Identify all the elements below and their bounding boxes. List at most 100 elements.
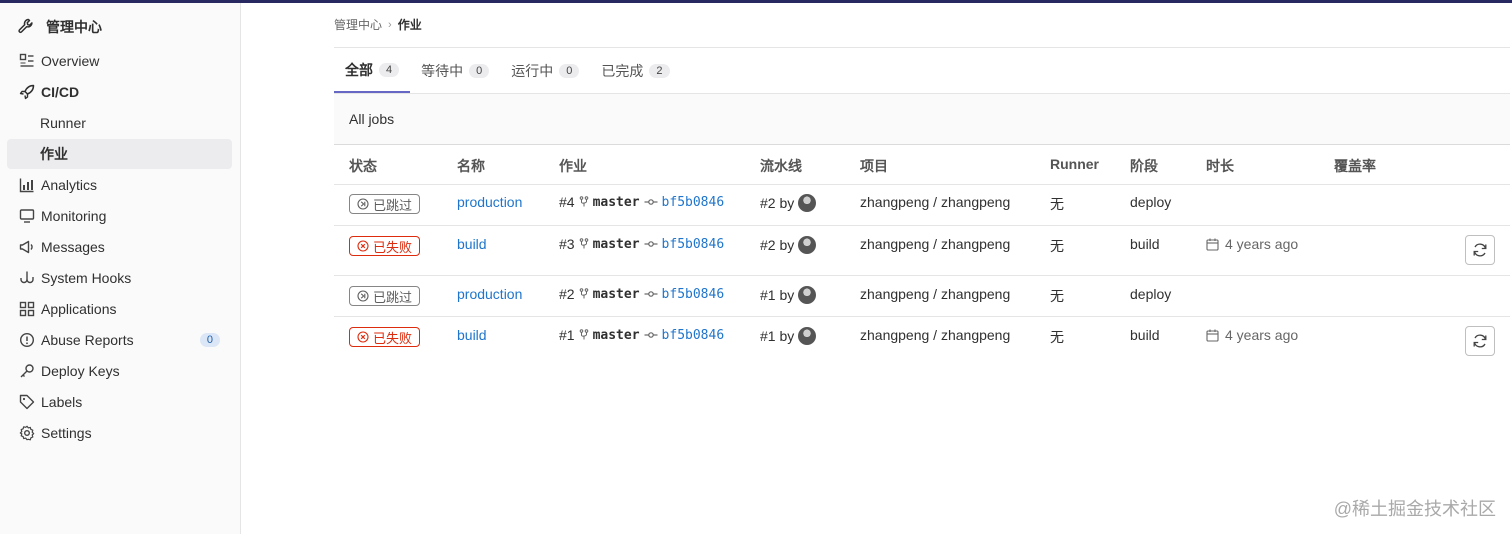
- sidebar-header[interactable]: 管理中心: [18, 17, 102, 37]
- sidebar-item-jobs[interactable]: 作业: [7, 139, 232, 169]
- status-label: 已失败: [373, 330, 413, 346]
- overview-icon: [17, 51, 37, 71]
- duration-cell: 4 years ago: [1206, 327, 1298, 343]
- stage-value: deploy: [1130, 194, 1172, 210]
- avatar[interactable]: [798, 194, 817, 212]
- tab-label: 已完成: [601, 62, 644, 79]
- branch-name[interactable]: master: [593, 328, 640, 343]
- tab-label: 全部: [345, 61, 373, 78]
- sidebar-item-monitoring[interactable]: Monitoring: [7, 201, 232, 231]
- job-id-link[interactable]: #2: [559, 286, 575, 302]
- stage-value: build: [1130, 327, 1160, 343]
- branch-icon: [579, 196, 588, 207]
- label-icon: [17, 392, 37, 412]
- pipeline-link[interactable]: #1 by: [760, 287, 794, 303]
- sidebar-item-label: Deploy Keys: [41, 363, 120, 379]
- retry-button[interactable]: [1465, 326, 1495, 356]
- sidebar-item-applications[interactable]: Applications: [7, 294, 232, 324]
- job-id-link[interactable]: #4: [559, 194, 575, 210]
- sidebar-item-labels[interactable]: Labels: [7, 387, 232, 417]
- job-name-link[interactable]: build: [457, 236, 487, 252]
- sidebar-item-analytics[interactable]: Analytics: [7, 170, 232, 200]
- sidebar-item-deploy-keys[interactable]: Deploy Keys: [7, 356, 232, 386]
- tab-finished[interactable]: 已完成 2: [590, 48, 680, 93]
- tab-pending[interactable]: 等待中 0: [410, 48, 500, 93]
- tab-running[interactable]: 运行中 0: [500, 48, 590, 93]
- pipeline-link[interactable]: #2 by: [760, 237, 794, 253]
- row-divider: [334, 225, 1510, 226]
- settings-icon: [17, 423, 37, 443]
- status-label: 已失败: [373, 239, 413, 255]
- status-badge[interactable]: 已失败: [349, 236, 421, 256]
- project-link[interactable]: zhangpeng / zhangpeng: [860, 194, 1010, 210]
- sidebar-item-settings[interactable]: Settings: [7, 418, 232, 448]
- stage-value: build: [1130, 236, 1160, 252]
- tab-label: 等待中: [421, 62, 464, 79]
- sidebar-item-label: Runner: [40, 115, 86, 131]
- status-label: 已跳过: [373, 289, 413, 305]
- job-cell: #1 master bf5b0846: [559, 327, 724, 343]
- finished-time: 4 years ago: [1225, 236, 1299, 252]
- sidebar-item-cicd[interactable]: CI/CD: [7, 77, 232, 107]
- runner-value: 无: [1050, 288, 1064, 304]
- breadcrumb-current[interactable]: 作业: [398, 16, 422, 33]
- sidebar-item-label: Abuse Reports: [41, 332, 134, 348]
- project-link[interactable]: zhangpeng / zhangpeng: [860, 327, 1010, 343]
- failed-icon: [357, 240, 369, 252]
- branch-name[interactable]: master: [593, 287, 640, 302]
- avatar[interactable]: [798, 286, 817, 304]
- status-badge[interactable]: 已跳过: [349, 194, 421, 214]
- sidebar-item-messages[interactable]: Messages: [7, 232, 232, 262]
- job-id-link[interactable]: #1: [559, 327, 575, 343]
- pipeline-cell: #2 by: [760, 194, 817, 212]
- commit-sha-link[interactable]: bf5b0846: [662, 328, 725, 343]
- col-stage: 阶段: [1130, 158, 1158, 174]
- job-cell: #4 master bf5b0846: [559, 194, 724, 210]
- branch-icon: [579, 238, 588, 249]
- sidebar-item-label: Messages: [41, 239, 105, 255]
- status-badge[interactable]: 已失败: [349, 327, 421, 347]
- abuse-icon: [17, 330, 37, 350]
- commit-sha-link[interactable]: bf5b0846: [662, 237, 725, 252]
- job-name-link[interactable]: production: [457, 286, 522, 302]
- row-divider: [334, 316, 1510, 317]
- project-link[interactable]: zhangpeng / zhangpeng: [860, 236, 1010, 252]
- pipeline-cell: #1 by: [760, 327, 817, 345]
- pipeline-link[interactable]: #2 by: [760, 195, 794, 211]
- branch-icon: [579, 329, 588, 340]
- skipped-icon: [357, 290, 369, 302]
- avatar[interactable]: [798, 236, 817, 254]
- commit-icon: [644, 241, 658, 247]
- sidebar-item-abuse-reports[interactable]: Abuse Reports 0: [7, 325, 232, 355]
- status-badge[interactable]: 已跳过: [349, 286, 421, 306]
- branch-icon: [579, 288, 588, 299]
- job-id-link[interactable]: #3: [559, 236, 575, 252]
- applications-icon: [17, 299, 37, 319]
- branch-name[interactable]: master: [593, 237, 640, 252]
- sidebar-item-label: Monitoring: [41, 208, 107, 224]
- sidebar-item-label: Overview: [41, 53, 100, 69]
- tab-count: 2: [649, 63, 670, 78]
- project-link[interactable]: zhangpeng / zhangpeng: [860, 286, 1010, 302]
- tab-all[interactable]: 全部 4: [334, 48, 411, 93]
- commit-sha-link[interactable]: bf5b0846: [662, 195, 725, 210]
- sidebar-item-label: 作业: [40, 146, 68, 162]
- job-name-link[interactable]: production: [457, 194, 522, 210]
- sidebar-item-runner[interactable]: Runner: [7, 108, 232, 138]
- watermark: @稀土掘金技术社区: [1333, 499, 1496, 519]
- branch-name[interactable]: master: [593, 195, 640, 210]
- section-title: All jobs: [334, 94, 1510, 145]
- breadcrumb-parent[interactable]: 管理中心: [334, 16, 382, 33]
- retry-button[interactable]: [1465, 235, 1495, 265]
- sidebar-item-label: System Hooks: [41, 270, 132, 286]
- pipeline-link[interactable]: #1 by: [760, 328, 794, 344]
- avatar[interactable]: [798, 327, 817, 345]
- sidebar-item-overview[interactable]: Overview: [7, 46, 232, 76]
- stage-value: deploy: [1130, 286, 1172, 302]
- commit-sha-link[interactable]: bf5b0846: [662, 287, 725, 302]
- pipeline-cell: #1 by: [760, 286, 817, 304]
- sidebar-item-system-hooks[interactable]: System Hooks: [7, 263, 232, 293]
- row-divider: [334, 184, 1510, 185]
- col-duration: 时长: [1206, 158, 1234, 174]
- job-name-link[interactable]: build: [457, 327, 487, 343]
